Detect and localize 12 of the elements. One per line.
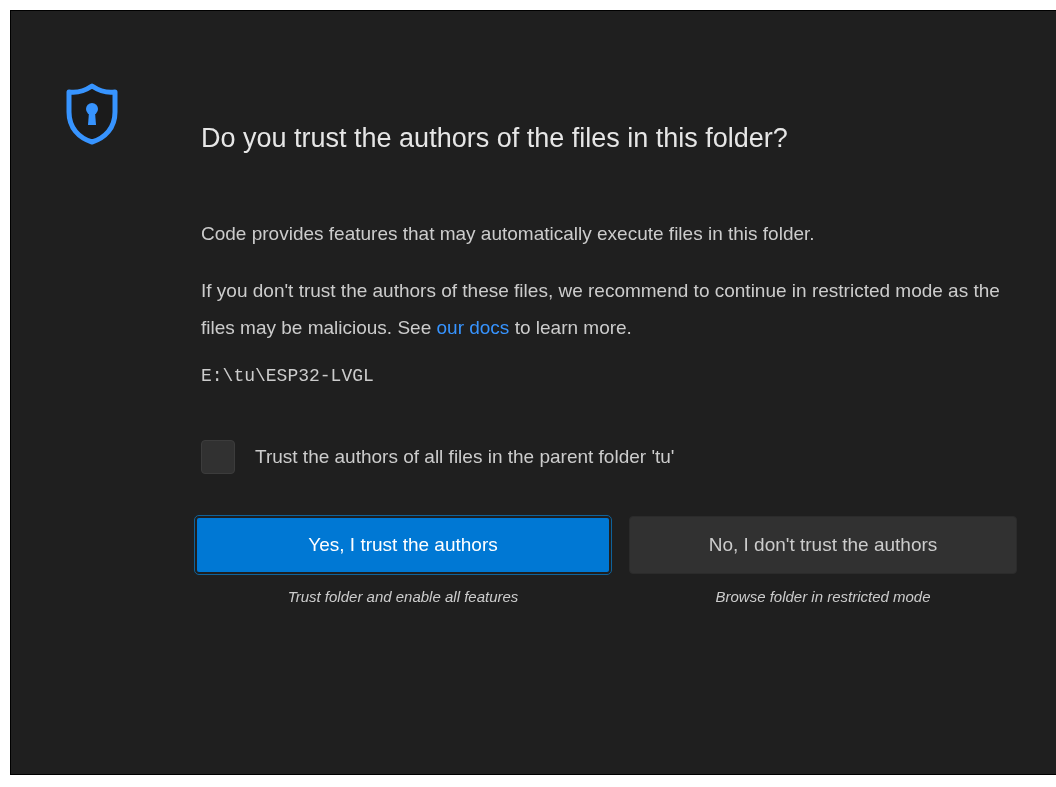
- message-text: Code provides features that may automatically execute files in this folder.: [201, 222, 816, 246]
- message-text: If you don't trust the authors of these files, we recommend to continue in restricted mode as the files may be malicious. See our docs to learn more.: [201, 279, 1001, 340]
- dialog-button[interactable]: No, I don't trust the authors: [629, 516, 1017, 574]
- button-caption: Trust folder and enable all features: [287, 588, 519, 605]
- folder-path: E:\tu\ESP32-LVGL: [201, 366, 375, 386]
- docs-link[interactable]: our docs: [436, 317, 510, 338]
- checkbox[interactable]: [201, 440, 235, 474]
- button-caption: Browse folder in restricted mode: [715, 588, 931, 605]
- shield-keyhole-icon: [65, 82, 119, 146]
- checkbox-label: Trust the authors of all files in the parent folder 'tu': [255, 446, 675, 468]
- dialog-title: Do you trust the authors of the files in this folder?: [201, 122, 788, 155]
- dialog-button[interactable]: Yes, I trust the authors: [195, 516, 611, 574]
